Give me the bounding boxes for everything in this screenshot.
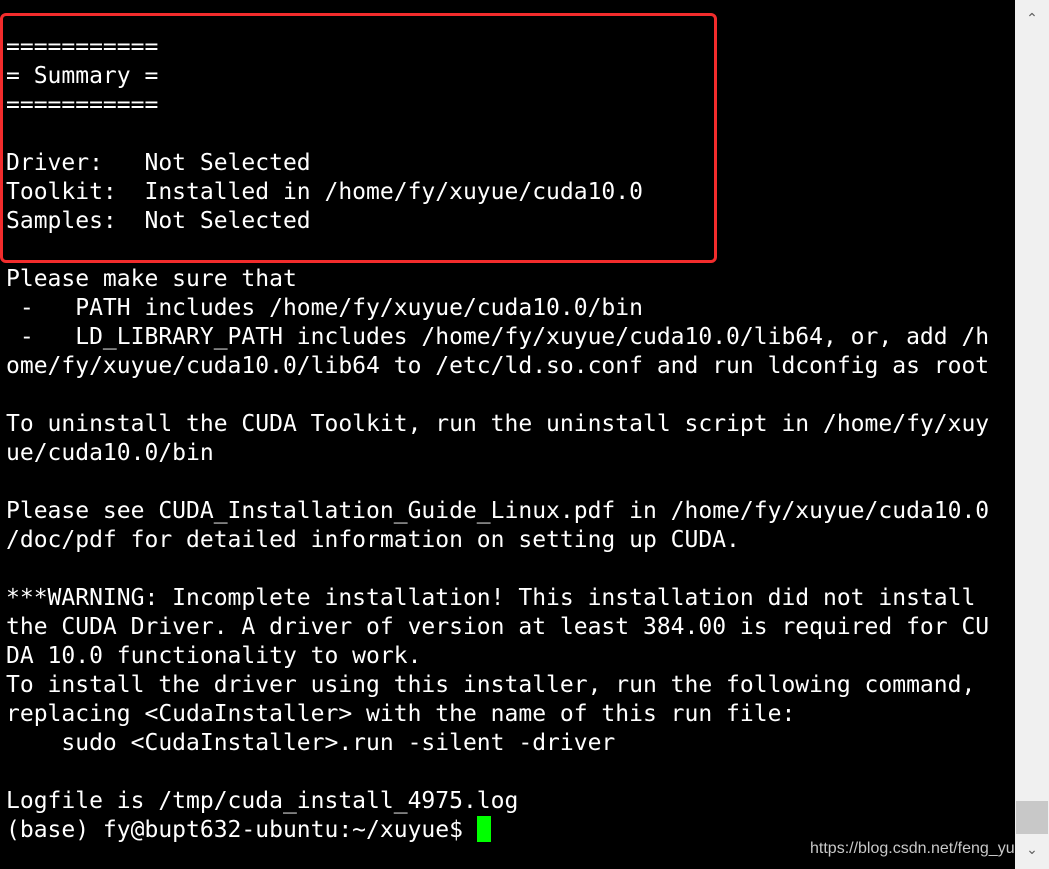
terminal-line: Toolkit: Installed in /home/fy/xuyue/cud… (6, 179, 643, 205)
terminal-line: =========== (6, 92, 159, 118)
terminal-window[interactable]: =========== = Summary = =========== Driver:… (0, 0, 1015, 869)
terminal-output: =========== = Summary = =========== Driver:… (6, 4, 989, 845)
terminal-line: Samples: Not Selected (6, 208, 311, 234)
watermark: https://blog.csdn.net/feng_yue77 (810, 840, 1015, 857)
scrollbar-thumb[interactable] (1016, 801, 1048, 834)
terminal-line: sudo <CudaInstaller>.run -silent -driver (6, 730, 616, 756)
terminal-line: Please make sure that (6, 266, 297, 292)
terminal-line: replacing <CudaInstaller> with the name … (6, 701, 796, 727)
terminal-line: Driver: Not Selected (6, 150, 311, 176)
terminal-line: =========== (6, 34, 159, 60)
terminal-line: - PATH includes /home/fy/xuyue/cuda10.0/… (6, 295, 643, 321)
vertical-scrollbar[interactable]: ⌃ ⌄ (1015, 0, 1049, 869)
terminal-line: DA 10.0 functionality to work. (6, 643, 422, 669)
chevron-down-icon[interactable]: ⌄ (1015, 835, 1049, 865)
terminal-line: To uninstall the CUDA Toolkit, run the u… (6, 411, 990, 437)
terminal-line: ue/cuda10.0/bin (6, 440, 214, 466)
shell-prompt: (base) fy@bupt632-ubuntu:~/xuyue$ (6, 817, 477, 843)
terminal-line: /doc/pdf for detailed information on set… (6, 527, 740, 553)
terminal-line: the CUDA Driver. A driver of version at … (6, 614, 990, 640)
terminal-line: ***WARNING: Incomplete installation! Thi… (6, 585, 976, 611)
terminal-line: To install the driver using this install… (6, 672, 976, 698)
terminal-line: Please see CUDA_Installation_Guide_Linux… (6, 498, 990, 524)
chevron-up-icon[interactable]: ⌃ (1015, 4, 1049, 34)
terminal-line: ome/fy/xuyue/cuda10.0/lib64 to /etc/ld.s… (6, 353, 990, 379)
terminal-line: Logfile is /tmp/cuda_install_4975.log (6, 788, 519, 814)
terminal-line: = Summary = (6, 63, 159, 89)
text-cursor (476, 816, 491, 842)
terminal-line: - LD_LIBRARY_PATH includes /home/fy/xuyu… (6, 324, 990, 350)
